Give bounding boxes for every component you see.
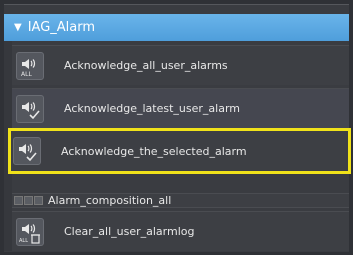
svg-text:ALL: ALL — [19, 238, 28, 244]
speaker-all-icon: ALL — [16, 51, 44, 80]
item-label: Acknowledge_all_user_alarms — [64, 59, 228, 72]
speaker-check-icon — [16, 94, 44, 123]
item-label: Clear_all_user_alarmlog — [64, 225, 195, 238]
composition-icon-2 — [24, 196, 33, 205]
speaker-check-icon — [13, 137, 41, 165]
group-title: IAG_Alarm — [27, 20, 96, 35]
list-item-clear-all-user-alarmlog[interactable]: ALL Clear_all_user_alarmlog — [12, 211, 349, 251]
item-label: Alarm_composition_all — [48, 194, 172, 207]
composition-icon-3 — [34, 196, 43, 205]
composition-icon-1 — [14, 196, 23, 205]
list-item-alarm-composition-all[interactable]: Alarm_composition_all — [12, 193, 349, 208]
item-label: Acknowledge_latest_user_alarm — [64, 102, 240, 115]
list-item-acknowledge-the-selected-alarm[interactable]: Acknowledge_the_selected_alarm — [8, 128, 351, 174]
group-header-iag-alarm[interactable]: ▼ IAG_Alarm — [4, 14, 349, 41]
speaker-trash-icon: ALL — [16, 217, 44, 246]
list-item-acknowledge-latest-user-alarm[interactable]: Acknowledge_latest_user_alarm — [12, 88, 349, 128]
composition-icons — [14, 196, 44, 205]
item-label: Acknowledge_the_selected_alarm — [61, 144, 247, 158]
list-item-acknowledge-all-user-alarms[interactable]: ALL Acknowledge_all_user_alarms — [12, 45, 349, 85]
svg-text:ALL: ALL — [21, 71, 32, 78]
expand-triangle-icon[interactable]: ▼ — [14, 22, 22, 33]
